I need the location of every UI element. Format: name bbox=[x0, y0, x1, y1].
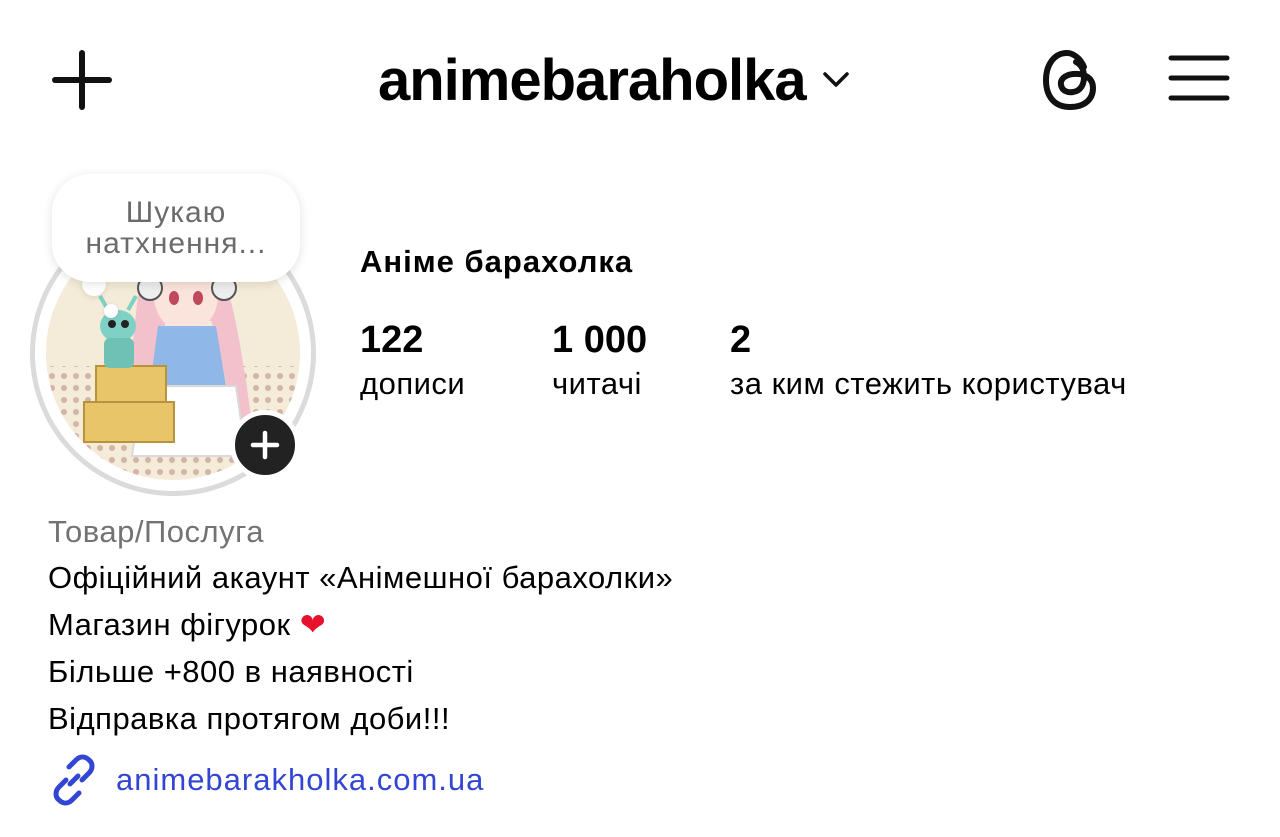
threads-button[interactable] bbox=[1036, 44, 1104, 116]
bio-line: Більше +800 в наявності bbox=[48, 654, 414, 689]
create-button[interactable] bbox=[48, 46, 116, 114]
note-bubble[interactable]: Шукаю натхнення... bbox=[52, 174, 300, 282]
bio-line: Відправка протягом доби!!! bbox=[48, 701, 451, 736]
chevron-down-icon bbox=[822, 72, 849, 87]
menu-button[interactable] bbox=[1166, 50, 1232, 106]
threads-icon bbox=[1042, 49, 1097, 111]
account-switcher[interactable]: animebaraholka bbox=[378, 44, 850, 116]
category-label: Товар/Послуга bbox=[48, 514, 264, 549]
following-label: за ким стежить користувач bbox=[730, 366, 1127, 401]
bio: Товар/Послуга Офіційний акаунт «Анімешно… bbox=[48, 510, 1228, 742]
bio-line-text: Магазин фігурок bbox=[48, 607, 291, 642]
bio-line: Магазин фігурок ❤ bbox=[48, 601, 1228, 648]
plus-icon bbox=[250, 430, 280, 460]
followers-label: читачі bbox=[552, 366, 642, 401]
note-text: Шукаю натхнення... bbox=[85, 196, 267, 260]
website-url[interactable]: animebarakholka.com.ua bbox=[116, 762, 484, 798]
website-link[interactable]: animebarakholka.com.ua bbox=[48, 752, 484, 808]
followers-count: 1 000 bbox=[552, 319, 648, 361]
note-bubble-tail-small bbox=[104, 304, 118, 318]
profile-page: animebaraholka Шукаю натхнення... Аніме … bbox=[0, 0, 1280, 837]
link-icon bbox=[53, 754, 95, 806]
bio-line: Офіційний акаунт «Анімешної барахолки» bbox=[48, 560, 674, 595]
add-story-button[interactable] bbox=[230, 410, 300, 480]
display-name: Аніме барахолка bbox=[360, 244, 634, 279]
following-count: 2 bbox=[730, 319, 752, 361]
username: animebaraholka bbox=[378, 47, 807, 113]
posts-label: дописи bbox=[360, 366, 466, 401]
following-stat[interactable]: 2 за ким стежить користувач bbox=[730, 318, 1127, 406]
posts-stat[interactable]: 122 дописи bbox=[360, 318, 465, 406]
plus-icon bbox=[52, 50, 112, 110]
heart-emoji: ❤ bbox=[299, 607, 327, 642]
posts-count: 122 bbox=[360, 319, 424, 361]
hamburger-menu-icon bbox=[1168, 55, 1230, 101]
followers-stat[interactable]: 1 000 читачі bbox=[552, 318, 647, 406]
